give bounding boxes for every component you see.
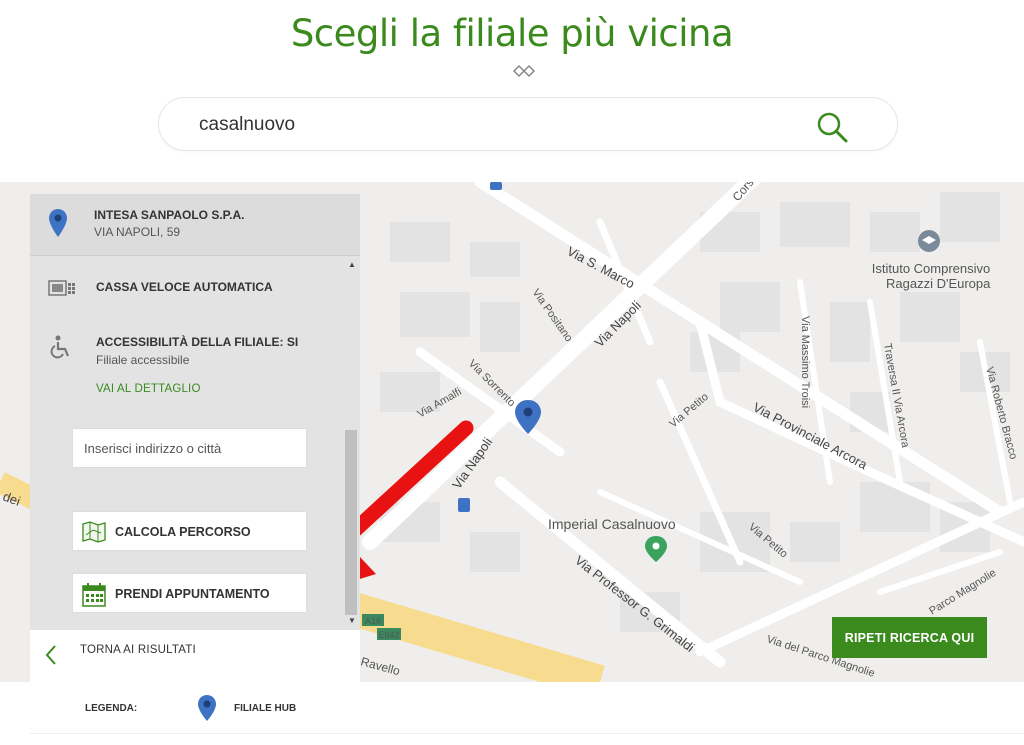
back-to-results-label: TORNA AI RISULTATI (80, 644, 196, 656)
book-appointment-label: PRENDI APPUNTAMENTO (115, 587, 270, 601)
branch-pin-icon (49, 209, 67, 237)
atm-icon (48, 280, 75, 296)
chevron-left-icon (45, 645, 56, 665)
calendar-icon (82, 583, 106, 607)
feature-atm-title: CASSA VELOCE AUTOMATICA (96, 280, 273, 294)
search-box (158, 97, 898, 151)
wheelchair-icon (50, 335, 70, 359)
route-map-icon (82, 521, 106, 543)
svg-text:A16: A16 (365, 616, 381, 626)
calculate-route-label: CALCOLA PERCORSO (115, 525, 251, 539)
branch-header: INTESA SANPAOLO S.P.A. VIA NAPOLI, 59 (30, 194, 360, 256)
legend-label: LEGENDA: (85, 703, 138, 714)
repeat-search-button[interactable]: RIPETI RICERCA QUI (832, 617, 987, 658)
book-appointment-button[interactable]: PRENDI APPUNTAMENTO (72, 573, 307, 613)
divider-icon (512, 64, 536, 78)
svg-text:E842: E842 (378, 630, 399, 640)
svg-text:Via Massimo Troisi: Via Massimo Troisi (799, 316, 811, 408)
scroll-down-icon[interactable]: ▼ (348, 616, 356, 625)
hub-pin-icon (198, 695, 216, 721)
legend: LEGENDA: FILIALE HUB (30, 682, 1024, 734)
svg-text:Istituto Comprensivo: Istituto Comprensivo (872, 261, 991, 276)
panel-scrollbar[interactable] (345, 430, 357, 615)
search-icon[interactable] (815, 110, 849, 144)
search-input[interactable] (199, 110, 799, 140)
back-to-results-button[interactable]: TORNA AI RISULTATI (30, 630, 360, 682)
calculate-route-button[interactable]: CALCOLA PERCORSO (72, 511, 307, 551)
branch-panel: INTESA SANPAOLO S.P.A. VIA NAPOLI, 59 ▲ … (30, 194, 360, 630)
svg-text:Imperial Casalnuovo: Imperial Casalnuovo (548, 516, 676, 532)
svg-text:Ragazzi D'Europa: Ragazzi D'Europa (886, 276, 991, 291)
page-title: Scegli la filiale più vicina (290, 12, 734, 55)
detail-link[interactable]: VAI AL DETTAGLIO (96, 383, 201, 395)
bus-stop-icon (458, 498, 470, 512)
feature-accessibility-subtitle: Filiale accessibile (96, 353, 190, 367)
branch-address: VIA NAPOLI, 59 (94, 225, 181, 239)
legend-hub-label: FILIALE HUB (234, 703, 297, 714)
scroll-up-icon[interactable]: ▲ (348, 260, 356, 269)
branch-name: INTESA SANPAOLO S.P.A. (94, 208, 245, 222)
address-input[interactable] (72, 428, 307, 468)
feature-accessibility-title: ACCESSIBILITÀ DELLA FILIALE: SI (96, 335, 299, 349)
bus-stop-icon (490, 182, 502, 190)
